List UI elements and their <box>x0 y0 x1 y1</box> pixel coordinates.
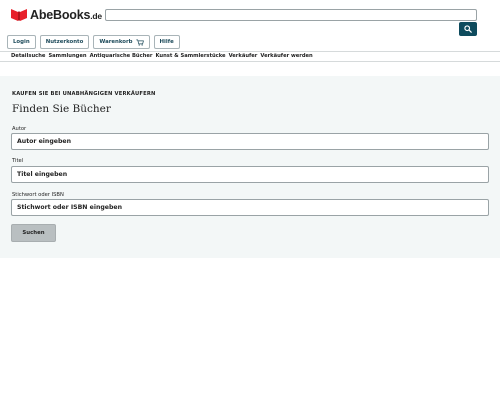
account-label: Nutzerkonto <box>45 39 84 45</box>
category-link-sammlungen[interactable]: Sammlungen <box>48 53 86 59</box>
search-icon <box>464 25 472 33</box>
author-input[interactable] <box>11 133 489 150</box>
search-button[interactable] <box>459 22 477 36</box>
search-submit-button[interactable]: Suchen <box>11 224 56 242</box>
category-link-kunst-sammlerstuecke[interactable]: Kunst & Sammlerstücke <box>155 53 225 59</box>
help-label: Hilfe <box>159 39 174 45</box>
cart-icon <box>135 38 144 46</box>
category-link-antiquarische-buecher[interactable]: Antiquarische Bücher <box>90 53 153 59</box>
account-nav: Login Nutzerkonto Warenkorb Hilfe <box>7 35 180 49</box>
title-label: Titel <box>12 158 24 164</box>
logo-wordmark: AbeBooks.de <box>30 8 102 22</box>
category-link-verkaeufer[interactable]: Verkäufer <box>229 53 258 59</box>
panel-eyebrow: KAUFEN SIE BEI UNABHÄNGIGEN VERKÄUFERN <box>12 91 156 97</box>
account-button[interactable]: Nutzerkonto <box>39 35 90 49</box>
help-button[interactable]: Hilfe <box>153 35 180 49</box>
login-label: Login <box>13 39 30 45</box>
login-button[interactable]: Login <box>7 35 36 49</box>
category-link-verkaeufer-werden[interactable]: Verkäufer werden <box>260 53 312 59</box>
book-logo-icon <box>11 9 27 21</box>
divider <box>0 61 500 62</box>
abebooks-logo[interactable]: AbeBooks.de <box>10 7 102 23</box>
category-link-detailsuche[interactable]: Detailsuche <box>11 53 45 59</box>
book-search-panel: KAUFEN SIE BEI UNABHÄNGIGEN VERKÄUFERN F… <box>0 76 500 258</box>
author-label: Autor <box>12 126 27 132</box>
search-submit-label: Suchen <box>22 230 45 236</box>
keyword-isbn-label: Stichwort oder ISBN <box>12 192 64 198</box>
page-title: Finden Sie Bücher <box>12 103 111 115</box>
cart-label: Warenkorb <box>99 39 133 45</box>
search-input[interactable] <box>105 9 477 21</box>
category-nav: Detailsuche Sammlungen Antiquarische Büc… <box>11 52 313 60</box>
keyword-isbn-input[interactable] <box>11 199 489 216</box>
cart-button[interactable]: Warenkorb <box>93 35 150 49</box>
title-input[interactable] <box>11 166 489 183</box>
